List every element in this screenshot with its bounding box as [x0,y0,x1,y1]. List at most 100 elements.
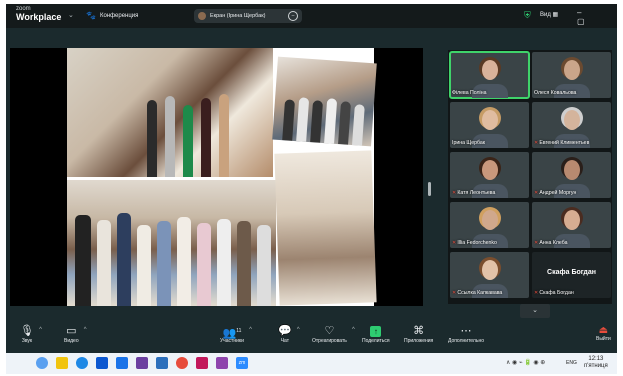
apps-label: Приложения [404,338,434,344]
participant-name: ✕Ссылка Капкавава [452,290,502,296]
leave-icon: ⏏ [598,325,609,336]
participant-name: ✕Катя Леонтьева [452,190,495,196]
photo-group-small [272,56,377,147]
share-button[interactable]: ↑ Поделиться [362,324,390,344]
participant-name-large: Скафа Богдан [547,269,596,276]
system-tray[interactable]: ∧ ◉ ⌁ 🔋 ◉ ⊕ [506,359,545,366]
start-icon[interactable] [36,357,48,369]
participant-tile[interactable]: ✕Евгений Климентьев [532,102,611,148]
meeting-menu[interactable]: 🐾 Конференция [86,11,138,20]
participant-tile[interactable]: Ірина Щербак [450,102,529,148]
photo-room [274,150,377,306]
windows-taskbar: zm ∧ ◉ ⌁ 🔋 ◉ ⊕ ENG 12:13 п'ятниця [6,353,617,374]
participant-gallery: Філева Поліна Олеся Ковальова Ірина Щербак… [448,50,612,304]
language-indicator[interactable]: ENG [566,360,577,366]
participant-face [481,260,498,280]
chat-button[interactable]: 💬 Чат ^ [278,324,300,344]
participant-name-text: Андрей Моргун [539,190,577,196]
chrome-icon[interactable] [176,357,188,369]
participant-name-text: Ссылка Капкавава [457,290,503,296]
microphone-icon: 🎙 [20,325,34,337]
avatar [198,12,206,20]
file-explorer-icon[interactable] [56,357,68,369]
screen-share-pill[interactable]: Екран (Ірина Щербак) – [194,9,302,23]
apps-icon: ⌘ [413,325,425,337]
clock[interactable]: 12:13 п'ятниця [584,356,608,370]
security-shield-icon[interactable]: ⛨ [524,10,531,21]
chat-label: Чат [280,338,289,344]
people-silhouettes [147,87,257,177]
heart-icon: ♡ [324,325,335,337]
participant-name: Олеся Ковальова [534,90,576,96]
participant-tile[interactable]: ✕Ссылка Капкавава [450,252,529,298]
participant-name-text: Евгений Климентьев [539,140,590,146]
apps-button[interactable]: ⌘ Приложения [404,324,433,344]
participant-name-text: Illia Fedorchenko [457,240,497,246]
people-silhouettes [282,82,371,146]
mail-icon[interactable] [156,357,168,369]
zoom-taskbar-icon[interactable]: zm [236,357,248,369]
muted-mic-icon: ✕ [534,290,539,296]
chevron-up-icon[interactable]: ^ [84,327,87,333]
close-icon[interactable]: – [288,11,298,21]
video-button[interactable]: ▭ Видео ^ [64,324,87,344]
logo-name: Workplace [16,12,62,22]
react-button[interactable]: ♡ Отреагировать ^ [312,324,355,344]
paw-icon: 🐾 [86,11,96,20]
participant-name-text: Анна Клеба [539,240,568,246]
participants-count: 11 [236,328,242,334]
participant-face [481,110,498,130]
muted-mic-icon: ✕ [534,140,539,146]
share-screen-icon: ↑ [370,326,382,337]
audio-button[interactable]: 🎙 Звук ^ [20,324,42,344]
shared-screen [10,48,423,306]
chevron-up-icon[interactable]: ^ [249,327,252,333]
participant-name-text: Катя Леонтьева [457,190,496,196]
leave-label: Выйти [596,336,611,342]
instagram-icon[interactable] [196,357,208,369]
participant-tile[interactable]: ✕Анна Клеба [532,202,611,248]
title-bar: zoom Workplace ⌄ 🐾 Конференция Екран (Ір… [6,4,617,28]
participant-tile[interactable]: ✕Андрей Моргун [532,152,611,198]
participant-tile[interactable]: ✕Катя Леонтьева [450,152,529,198]
participants-icon: 👥11 [222,327,242,340]
participant-name-text: Скафа Богдан [539,290,574,296]
participant-tile[interactable]: Філева Поліна [449,51,530,99]
participants-button[interactable]: 👥11 Участники ^ [220,324,252,344]
chevron-up-icon[interactable]: ^ [352,327,355,333]
window-controls[interactable]: – ▢ [577,8,617,26]
leave-button[interactable]: ⏏ Выйти [596,325,611,342]
calendar-icon[interactable] [136,357,148,369]
photo-group-large [67,180,276,306]
participant-face [481,210,498,230]
participants-label: Участники [220,338,244,344]
chevron-down-icon[interactable]: ⌄ [520,304,550,318]
store-icon[interactable] [116,357,128,369]
more-button[interactable]: ⋯ Дополнительно [448,324,484,344]
participant-tile[interactable]: Скафа Богдан ✕Скафа Богдан [532,252,611,298]
view-button[interactable]: Вид ▦ [540,11,558,18]
muted-mic-icon: ✕ [452,290,457,296]
muted-mic-icon: ✕ [534,190,539,196]
participant-tile[interactable]: ✕Illia Fedorchenko [450,202,529,248]
word-icon[interactable] [96,357,108,369]
viber-icon[interactable] [216,357,228,369]
zoom-logo: zoom Workplace [16,6,61,23]
edge-icon[interactable] [76,357,88,369]
participant-name-text: Олеся Ковальова [534,90,577,96]
participant-face [563,210,580,230]
participant-tile[interactable]: Олеся Ковальова [532,52,611,98]
chevron-down-icon[interactable]: ⌄ [68,11,74,19]
share-label: Поделиться [362,338,390,344]
participant-face [481,160,498,180]
chevron-up-icon[interactable]: ^ [39,327,42,333]
participant-name: ✕Скафа Богдан [534,290,574,296]
participant-name-text: Ірина Щербак [452,140,486,146]
participant-face [563,160,580,180]
participant-face [563,60,580,80]
chevron-up-icon[interactable]: ^ [297,327,300,333]
splitter-handle[interactable] [428,182,431,196]
muted-mic-icon: ✕ [452,240,457,246]
muted-mic-icon: ✕ [452,190,457,196]
participant-name: ✕Евгений Климентьев [534,140,589,146]
